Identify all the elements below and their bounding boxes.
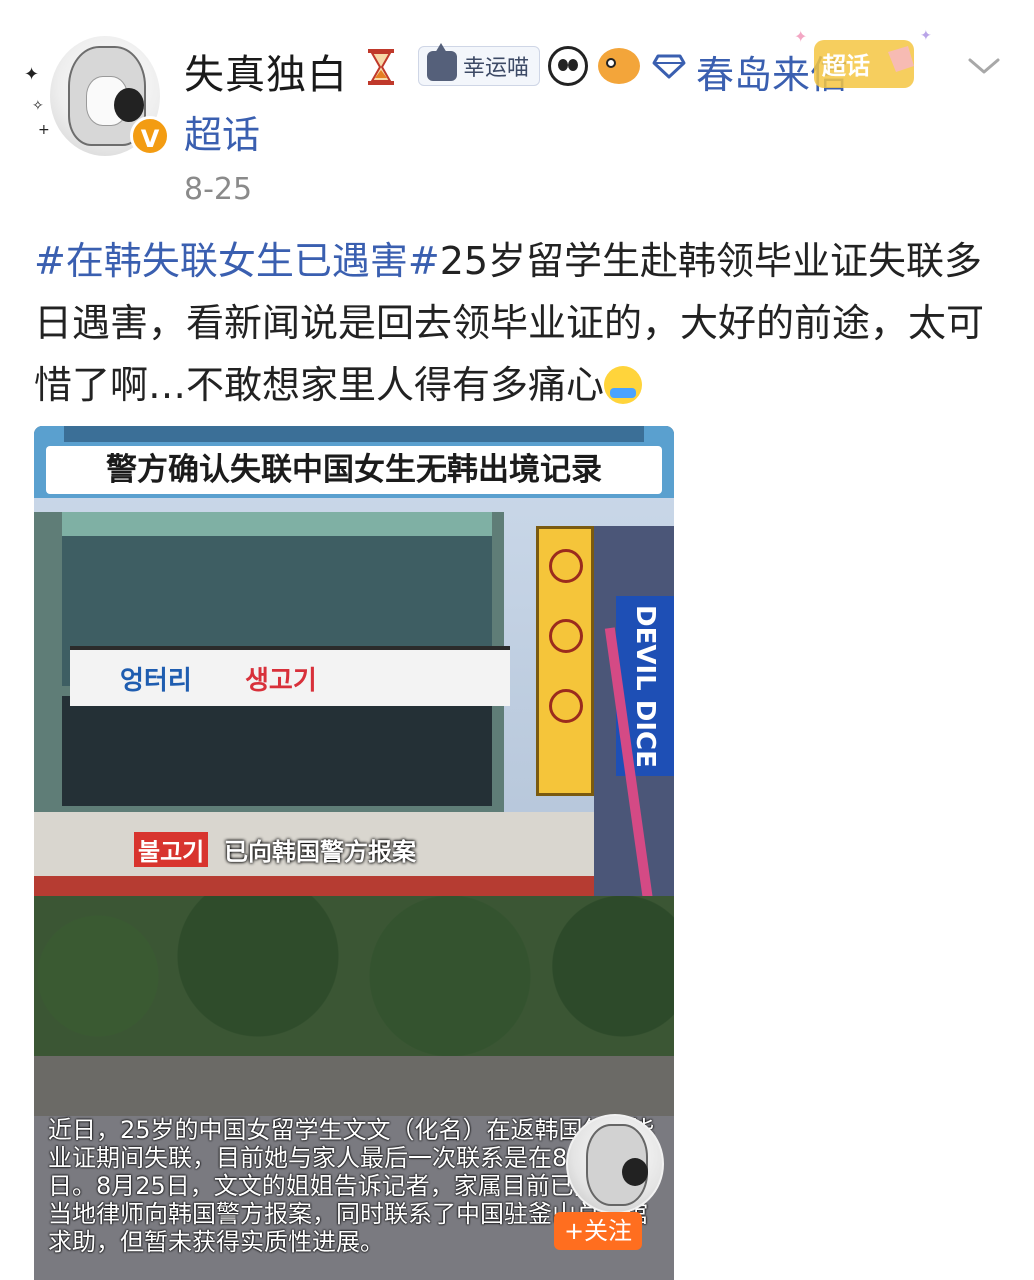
yellow-sign	[536, 526, 594, 796]
plus-icon: +	[38, 122, 50, 138]
cat-icon	[427, 43, 457, 81]
chevron-down-icon[interactable]	[964, 50, 1004, 80]
store-sign-text: 엉터리	[120, 666, 192, 696]
lucky-cat-badge[interactable]: 幸运喵	[418, 43, 541, 86]
supertalk-link[interactable]: 超话	[184, 104, 260, 159]
sparkle-icon: ✦	[24, 64, 40, 85]
panda-icon	[548, 46, 588, 86]
pufferfish-icon	[598, 48, 640, 84]
badge-label: 幸运喵	[463, 56, 530, 81]
supertalk-tag-icon: 超话 ✦ ✦	[794, 27, 932, 88]
headphones-icon	[622, 1158, 648, 1186]
video-subtitle: 已向韩国警方报案	[224, 838, 416, 866]
headphones-icon	[114, 88, 144, 122]
red-shop-caption: 불고기	[134, 832, 209, 867]
svg-text:✦: ✦	[794, 27, 807, 46]
post-date: 8-25	[184, 172, 253, 207]
follow-button[interactable]: +关注	[554, 1212, 642, 1250]
svg-text:✦: ✦	[920, 28, 932, 44]
star-icon: ✧	[32, 98, 44, 114]
post-body: #在韩失联女生已遇害#25岁留学生赴韩领毕业证失联多日遇害，看新闻说是回去领毕业…	[34, 230, 1014, 416]
diamond-icon	[652, 54, 686, 79]
hourglass-icon	[368, 49, 394, 85]
video-thumbnail[interactable]: 엉터리 생고기 DEVIL DICE 警方确认失联中国女生无韩出境记录 불고기 …	[34, 426, 674, 1280]
crying-face-icon	[604, 366, 643, 404]
news-title: 警方确认失联中国女生无韩出境记录	[46, 446, 662, 494]
svg-text:超话: 超话	[822, 52, 870, 80]
store-sign-text-red: 생고기	[245, 666, 317, 696]
store-sign: 엉터리 생고기	[70, 646, 510, 706]
post-header: ✦ ✧ + V 失真独白 幸运喵 春岛来信 超话 ✦ ✦ 超话 8-25	[0, 0, 1034, 220]
verified-badge-icon: V	[130, 116, 170, 156]
hashtag-link[interactable]: #在韩失联女生已遇害#	[34, 239, 440, 283]
floating-avatar[interactable]	[566, 1114, 664, 1214]
author-name[interactable]: 失真独白	[184, 42, 348, 100]
author-avatar[interactable]: ✦ ✧ + V	[22, 30, 170, 160]
